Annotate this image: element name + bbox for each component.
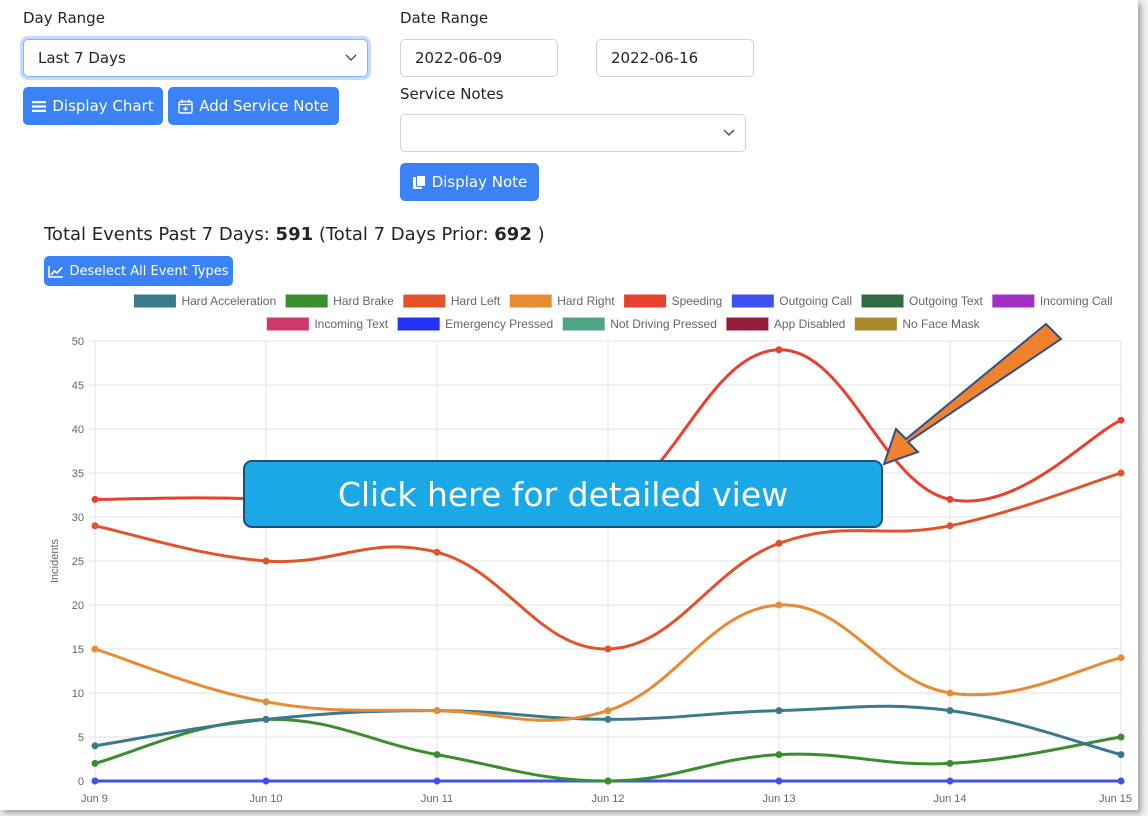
x-tick-label: Jun 11 xyxy=(421,793,453,805)
data-point-hard-brake xyxy=(91,759,99,767)
legend-swatch xyxy=(284,293,329,309)
legend-swatch xyxy=(730,293,775,309)
y-tick-label: 25 xyxy=(72,556,84,568)
y-tick-label: 15 xyxy=(72,644,84,656)
x-tick-label: Jun 15 xyxy=(1099,793,1132,805)
data-point-hard-right xyxy=(262,698,270,706)
data-point-hard-brake xyxy=(946,759,954,767)
data-point-speeding xyxy=(91,495,99,503)
data-point-hard-left xyxy=(433,548,441,556)
events-line-chart: Hard Acceleration Hard Brake Hard Left Hard… xyxy=(49,293,1132,805)
legend-swatch xyxy=(402,293,447,309)
data-point-hard-brake xyxy=(433,751,441,759)
data-point-hard-left xyxy=(604,645,612,653)
data-point-hard-acceleration xyxy=(91,742,99,750)
y-axis-label: Incidents xyxy=(49,538,61,583)
x-tick-label: Jun 10 xyxy=(249,793,282,805)
data-point-speeding xyxy=(946,495,954,503)
legend-label: Not Driving Pressed xyxy=(610,317,717,331)
legend-label: Speeding xyxy=(672,294,723,308)
x-tick-label: Jun 9 xyxy=(81,793,108,805)
legend-label: App Disabled xyxy=(774,317,845,331)
data-point-hard-right xyxy=(946,689,954,697)
legend-label: Incoming Text xyxy=(314,317,388,331)
legend-label: Incoming Call xyxy=(1040,294,1113,308)
data-point-speeding xyxy=(775,346,783,354)
data-point-hard-left xyxy=(946,522,954,530)
x-tick-label: Jun 14 xyxy=(933,793,966,805)
legend-label: Hard Right xyxy=(557,294,615,308)
y-tick-label: 5 xyxy=(78,732,84,744)
data-point-hard-right xyxy=(433,707,441,715)
data-point-hard-acceleration xyxy=(262,715,270,723)
y-tick-label: 0 xyxy=(78,776,84,788)
data-point-hard-left xyxy=(262,557,270,565)
data-point-hard-brake xyxy=(775,751,783,759)
legend-swatch xyxy=(508,293,553,309)
data-point-hard-right xyxy=(604,707,612,715)
data-point-outgoing-call xyxy=(262,777,270,785)
detailed-view-callout[interactable]: Click here for detailed view xyxy=(243,460,883,528)
data-point-hard-brake xyxy=(1117,733,1125,741)
legend-label: No Face Mask xyxy=(902,317,980,331)
data-point-speeding xyxy=(1117,416,1125,424)
y-tick-label: 45 xyxy=(72,380,84,392)
x-tick-label: Jun 12 xyxy=(591,793,624,805)
callout-text: Click here for detailed view xyxy=(337,474,789,514)
data-point-outgoing-call xyxy=(91,777,99,785)
data-point-outgoing-call xyxy=(433,777,441,785)
legend-swatch xyxy=(853,316,898,332)
legend-swatch xyxy=(132,293,177,309)
app-frame: Day Range Last 7 Days Date Range 2022-06… xyxy=(0,0,1138,810)
y-tick-label: 35 xyxy=(72,468,84,480)
legend-swatch xyxy=(860,293,905,309)
data-point-hard-acceleration xyxy=(604,715,612,723)
data-point-hard-brake xyxy=(604,777,612,785)
data-point-outgoing-call xyxy=(946,777,954,785)
data-point-outgoing-call xyxy=(775,777,783,785)
legend-label: Hard Acceleration xyxy=(181,294,276,308)
y-tick-label: 30 xyxy=(72,512,84,524)
legend-swatch xyxy=(623,293,668,309)
legend-swatch xyxy=(265,316,310,332)
legend-swatch xyxy=(991,293,1036,309)
data-point-hard-left xyxy=(775,539,783,547)
data-point-hard-left xyxy=(1117,469,1125,477)
legend-label: Outgoing Text xyxy=(909,294,983,308)
legend-swatch xyxy=(396,316,441,332)
y-tick-label: 40 xyxy=(72,424,84,436)
x-tick-label: Jun 13 xyxy=(762,793,795,805)
legend-label: Hard Brake xyxy=(333,294,394,308)
y-tick-label: 20 xyxy=(72,600,84,612)
legend-label: Emergency Pressed xyxy=(445,317,553,331)
y-tick-label: 50 xyxy=(72,336,84,348)
legend-swatch xyxy=(561,316,606,332)
data-point-hard-left xyxy=(91,522,99,530)
callout-arrow xyxy=(882,322,1063,466)
data-point-hard-acceleration xyxy=(775,707,783,715)
data-point-hard-right xyxy=(1117,654,1125,662)
legend-label: Hard Left xyxy=(451,294,501,308)
y-tick-label: 10 xyxy=(72,688,84,700)
data-point-hard-acceleration xyxy=(1117,751,1125,759)
data-point-hard-right xyxy=(775,601,783,609)
data-point-hard-acceleration xyxy=(946,707,954,715)
data-point-outgoing-call xyxy=(1117,777,1125,785)
data-point-hard-right xyxy=(91,645,99,653)
legend-swatch xyxy=(725,316,770,332)
legend-label: Outgoing Call xyxy=(779,294,852,308)
